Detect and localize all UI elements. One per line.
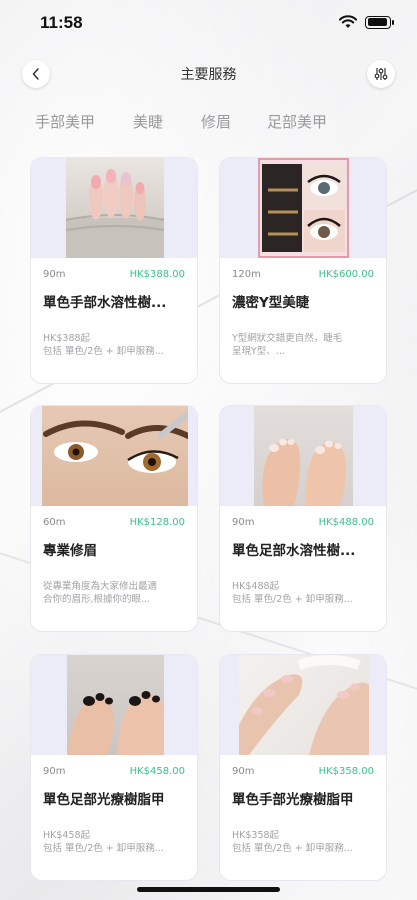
- service-image-area: [31, 406, 197, 506]
- service-description: HK$458起 包括 單色/2色 + 卸甲服務...: [43, 829, 164, 855]
- service-desc-line: 包括 單色/2色 + 卸甲服務...: [43, 346, 164, 357]
- nav-bar: 主要服務: [0, 56, 417, 92]
- service-price: HK$458.00: [129, 766, 185, 777]
- service-title: 單色足部水溶性樹...: [232, 543, 356, 559]
- service-price: HK$488.00: [318, 517, 374, 528]
- battery-icon: [365, 15, 394, 29]
- service-description: HK$358起 包括 單色/2色 + 卸甲服務...: [232, 829, 353, 855]
- service-photo: [42, 406, 188, 506]
- eyebrow-photo-icon: [43, 411, 188, 473]
- service-duration: 90m: [43, 269, 66, 280]
- service-duration: 90m: [43, 766, 66, 777]
- service-image-area: [220, 655, 386, 755]
- service-desc-line: 合你的眉形,根據你的眼...: [43, 594, 151, 605]
- page-title: 主要服務: [180, 67, 237, 83]
- service-card[interactable]: 90m HK$358.00 單色手部光療樹脂甲 HK$358起 包括 單色/2色…: [219, 654, 387, 881]
- service-card[interactable]: 90m HK$388.00 單色手部水溶性樹... HK$388起 包括 單色/…: [30, 157, 198, 384]
- feet-photo-icon: [262, 438, 347, 506]
- service-desc-line: 呈現Y型、...: [232, 346, 285, 357]
- service-price: HK$600.00: [318, 269, 374, 280]
- service-description: 從專業角度為大家修出最適 合你的眉形,根據你的眼...: [43, 580, 157, 606]
- service-title: 單色手部光療樹脂甲: [232, 792, 354, 808]
- service-title: 單色足部光療樹脂甲: [43, 792, 165, 808]
- service-duration: 60m: [43, 517, 66, 528]
- service-grid: 90m HK$388.00 單色手部水溶性樹... HK$388起 包括 單色/…: [0, 0, 417, 900]
- service-price: HK$128.00: [129, 517, 185, 528]
- service-card[interactable]: 120m HK$600.00 濃密Y型美睫 Y型網狀交錯更自然，睫毛 呈現Y型、…: [219, 157, 387, 384]
- service-card[interactable]: 90m HK$488.00 單色足部水溶性樹... HK$488起 包括 單色/…: [219, 405, 387, 632]
- service-desc-line: 從專業角度為大家修出最適: [43, 581, 158, 592]
- service-photo: [254, 406, 353, 506]
- eyelashes-photo-icon: [262, 164, 345, 252]
- service-title: 專業修眉: [43, 543, 97, 559]
- service-desc-line: HK$388起: [43, 333, 91, 344]
- service-duration: 90m: [232, 517, 255, 528]
- service-desc-line: HK$458起: [43, 830, 91, 841]
- service-card[interactable]: 90m HK$458.00 單色足部光療樹脂甲 HK$458起 包括 單色/2色…: [30, 654, 198, 881]
- service-duration: 90m: [232, 766, 255, 777]
- service-desc-line: Y型網狀交錯更自然，睫毛: [232, 333, 343, 344]
- service-photo: [66, 158, 164, 258]
- black-toenails-photo-icon: [67, 691, 164, 755]
- service-desc-line: 包括 單色/2色 + 卸甲服務...: [232, 594, 353, 605]
- wifi-icon: [339, 15, 357, 28]
- status-bar: 11:58: [0, 0, 417, 46]
- home-indicator[interactable]: [137, 887, 280, 892]
- service-desc-line: HK$488起: [232, 581, 280, 592]
- status-time: 11:58: [40, 13, 83, 32]
- service-description: Y型網狀交錯更自然，睫毛 呈現Y型、...: [232, 332, 342, 358]
- service-desc-line: 包括 單色/2色 + 卸甲服務...: [43, 843, 164, 854]
- service-duration: 120m: [232, 269, 261, 280]
- service-price: HK$358.00: [318, 766, 374, 777]
- filter-button[interactable]: [367, 60, 395, 88]
- service-desc-line: 包括 單色/2色 + 卸甲服務...: [232, 843, 353, 854]
- service-description: HK$488起 包括 單色/2色 + 卸甲服務...: [232, 580, 353, 606]
- service-price: HK$388.00: [129, 269, 185, 280]
- tab-eyelashes[interactable]: 美睫: [133, 111, 163, 132]
- tab-eyebrows[interactable]: 修眉: [201, 111, 231, 132]
- service-photo: [239, 655, 369, 755]
- service-image-area: [31, 655, 197, 755]
- nails-photo-icon: [66, 169, 164, 258]
- category-tabs: 手部美甲 美睫 修眉 足部美甲: [0, 111, 417, 135]
- service-photo: [258, 158, 349, 258]
- service-image-area: [220, 406, 386, 506]
- service-desc-line: HK$358起: [232, 830, 280, 841]
- tab-hand-nails[interactable]: 手部美甲: [35, 111, 95, 132]
- service-description: HK$388起 包括 單色/2色 + 卸甲服務...: [43, 332, 164, 358]
- sliders-icon: [374, 68, 388, 80]
- service-image-area: [31, 158, 197, 258]
- service-image-area: [220, 158, 386, 258]
- service-photo: [67, 655, 164, 755]
- service-title: 單色手部水溶性樹...: [43, 295, 167, 311]
- service-card[interactable]: 60m HK$128.00 專業修眉 從專業角度為大家修出最適 合你的眉形,根據…: [30, 405, 198, 632]
- status-icons: [339, 15, 394, 29]
- hand-nails-photo-icon: [239, 655, 369, 755]
- tab-foot-nails[interactable]: 足部美甲: [267, 111, 327, 132]
- service-title: 濃密Y型美睫: [232, 295, 310, 311]
